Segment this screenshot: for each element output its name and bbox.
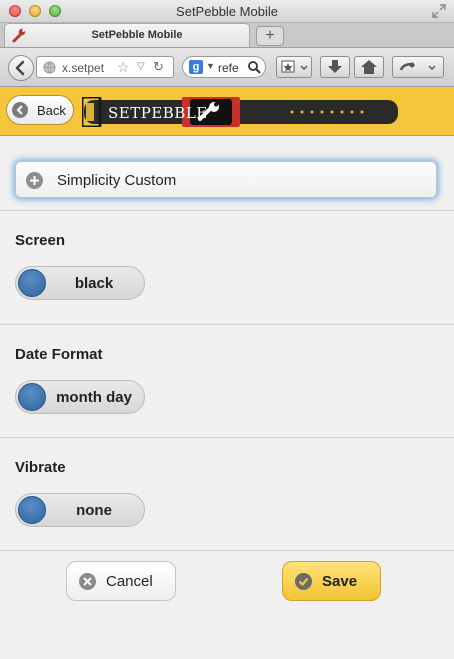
browser-tab[interactable]: SetPebble Mobile [4, 23, 250, 47]
toggle-knob[interactable] [18, 496, 46, 524]
divider [0, 550, 454, 551]
addon-button[interactable] [392, 56, 444, 78]
cancel-button[interactable]: Cancel [66, 561, 176, 601]
search-text: refe [218, 61, 239, 75]
google-icon[interactable]: g [189, 60, 203, 74]
screen-label: Screen [15, 232, 66, 249]
window-titlebar: SetPebble Mobile [0, 0, 454, 23]
home-icon [361, 60, 377, 74]
fullscreen-icon[interactable] [432, 4, 446, 18]
cancel-x-icon [79, 573, 96, 590]
globe-icon [43, 61, 56, 74]
date-format-value: month day [56, 389, 132, 406]
back-arrow-icon [15, 60, 25, 76]
addon-icon [399, 62, 436, 71]
divider [0, 437, 454, 438]
logo-text: SETPEBBLE [108, 104, 208, 122]
vibrate-value: none [76, 502, 112, 519]
window-title: SetPebble Mobile [176, 4, 278, 19]
reload-icon[interactable]: ↻ [153, 59, 164, 75]
tab-title: SetPebble Mobile [91, 29, 183, 41]
toggle-knob[interactable] [18, 269, 46, 297]
main-content: Simplicity Custom Screen black Date Form… [0, 136, 454, 659]
browser-back-button[interactable] [8, 55, 34, 81]
bookmarks-button[interactable] [276, 56, 312, 78]
url-text: x.setpet [62, 61, 105, 75]
vibrate-label: Vibrate [15, 459, 66, 476]
cancel-label: Cancel [106, 573, 153, 590]
downloads-button[interactable] [320, 56, 350, 78]
save-button[interactable]: Save [282, 561, 381, 601]
wrench-icon [12, 28, 26, 43]
screen-value: black [74, 275, 114, 292]
back-button-label: Back [37, 103, 66, 118]
date-format-label: Date Format [15, 346, 103, 363]
date-format-toggle[interactable]: month day [15, 380, 145, 414]
screen-toggle[interactable]: black [15, 266, 145, 300]
plus-circle-icon [26, 172, 43, 189]
search-bar[interactable]: g ▼ refe [182, 56, 266, 78]
checkmark-icon [295, 573, 312, 590]
back-circle-icon [12, 102, 28, 118]
url-bar[interactable]: x.setpet ☆ ▽ ↻ [36, 56, 174, 78]
toggle-knob[interactable] [18, 383, 46, 411]
save-label: Save [322, 573, 358, 590]
collapsible-label: Simplicity Custom [57, 172, 177, 189]
history-dropdown-icon[interactable]: ▽ [137, 61, 145, 72]
back-button[interactable]: Back [6, 95, 74, 125]
bookmark-star-icon[interactable]: ☆ [117, 59, 130, 76]
new-tab-button[interactable]: + [256, 26, 284, 46]
divider [0, 324, 454, 325]
divider [0, 210, 454, 211]
bookmarks-icon [281, 60, 308, 73]
watchface-collapsible[interactable]: Simplicity Custom [15, 161, 437, 198]
tab-bar: SetPebble Mobile + [0, 23, 454, 48]
vibrate-toggle[interactable]: none [15, 493, 145, 527]
browser-toolbar: x.setpet ☆ ▽ ↻ g ▼ refe [0, 48, 454, 87]
search-engine-dropdown-icon[interactable]: ▼ [206, 61, 215, 71]
home-button[interactable] [354, 56, 384, 78]
search-icon[interactable] [247, 60, 261, 74]
app-header: Back SETPEBBLE [0, 87, 454, 136]
download-icon [328, 60, 342, 73]
